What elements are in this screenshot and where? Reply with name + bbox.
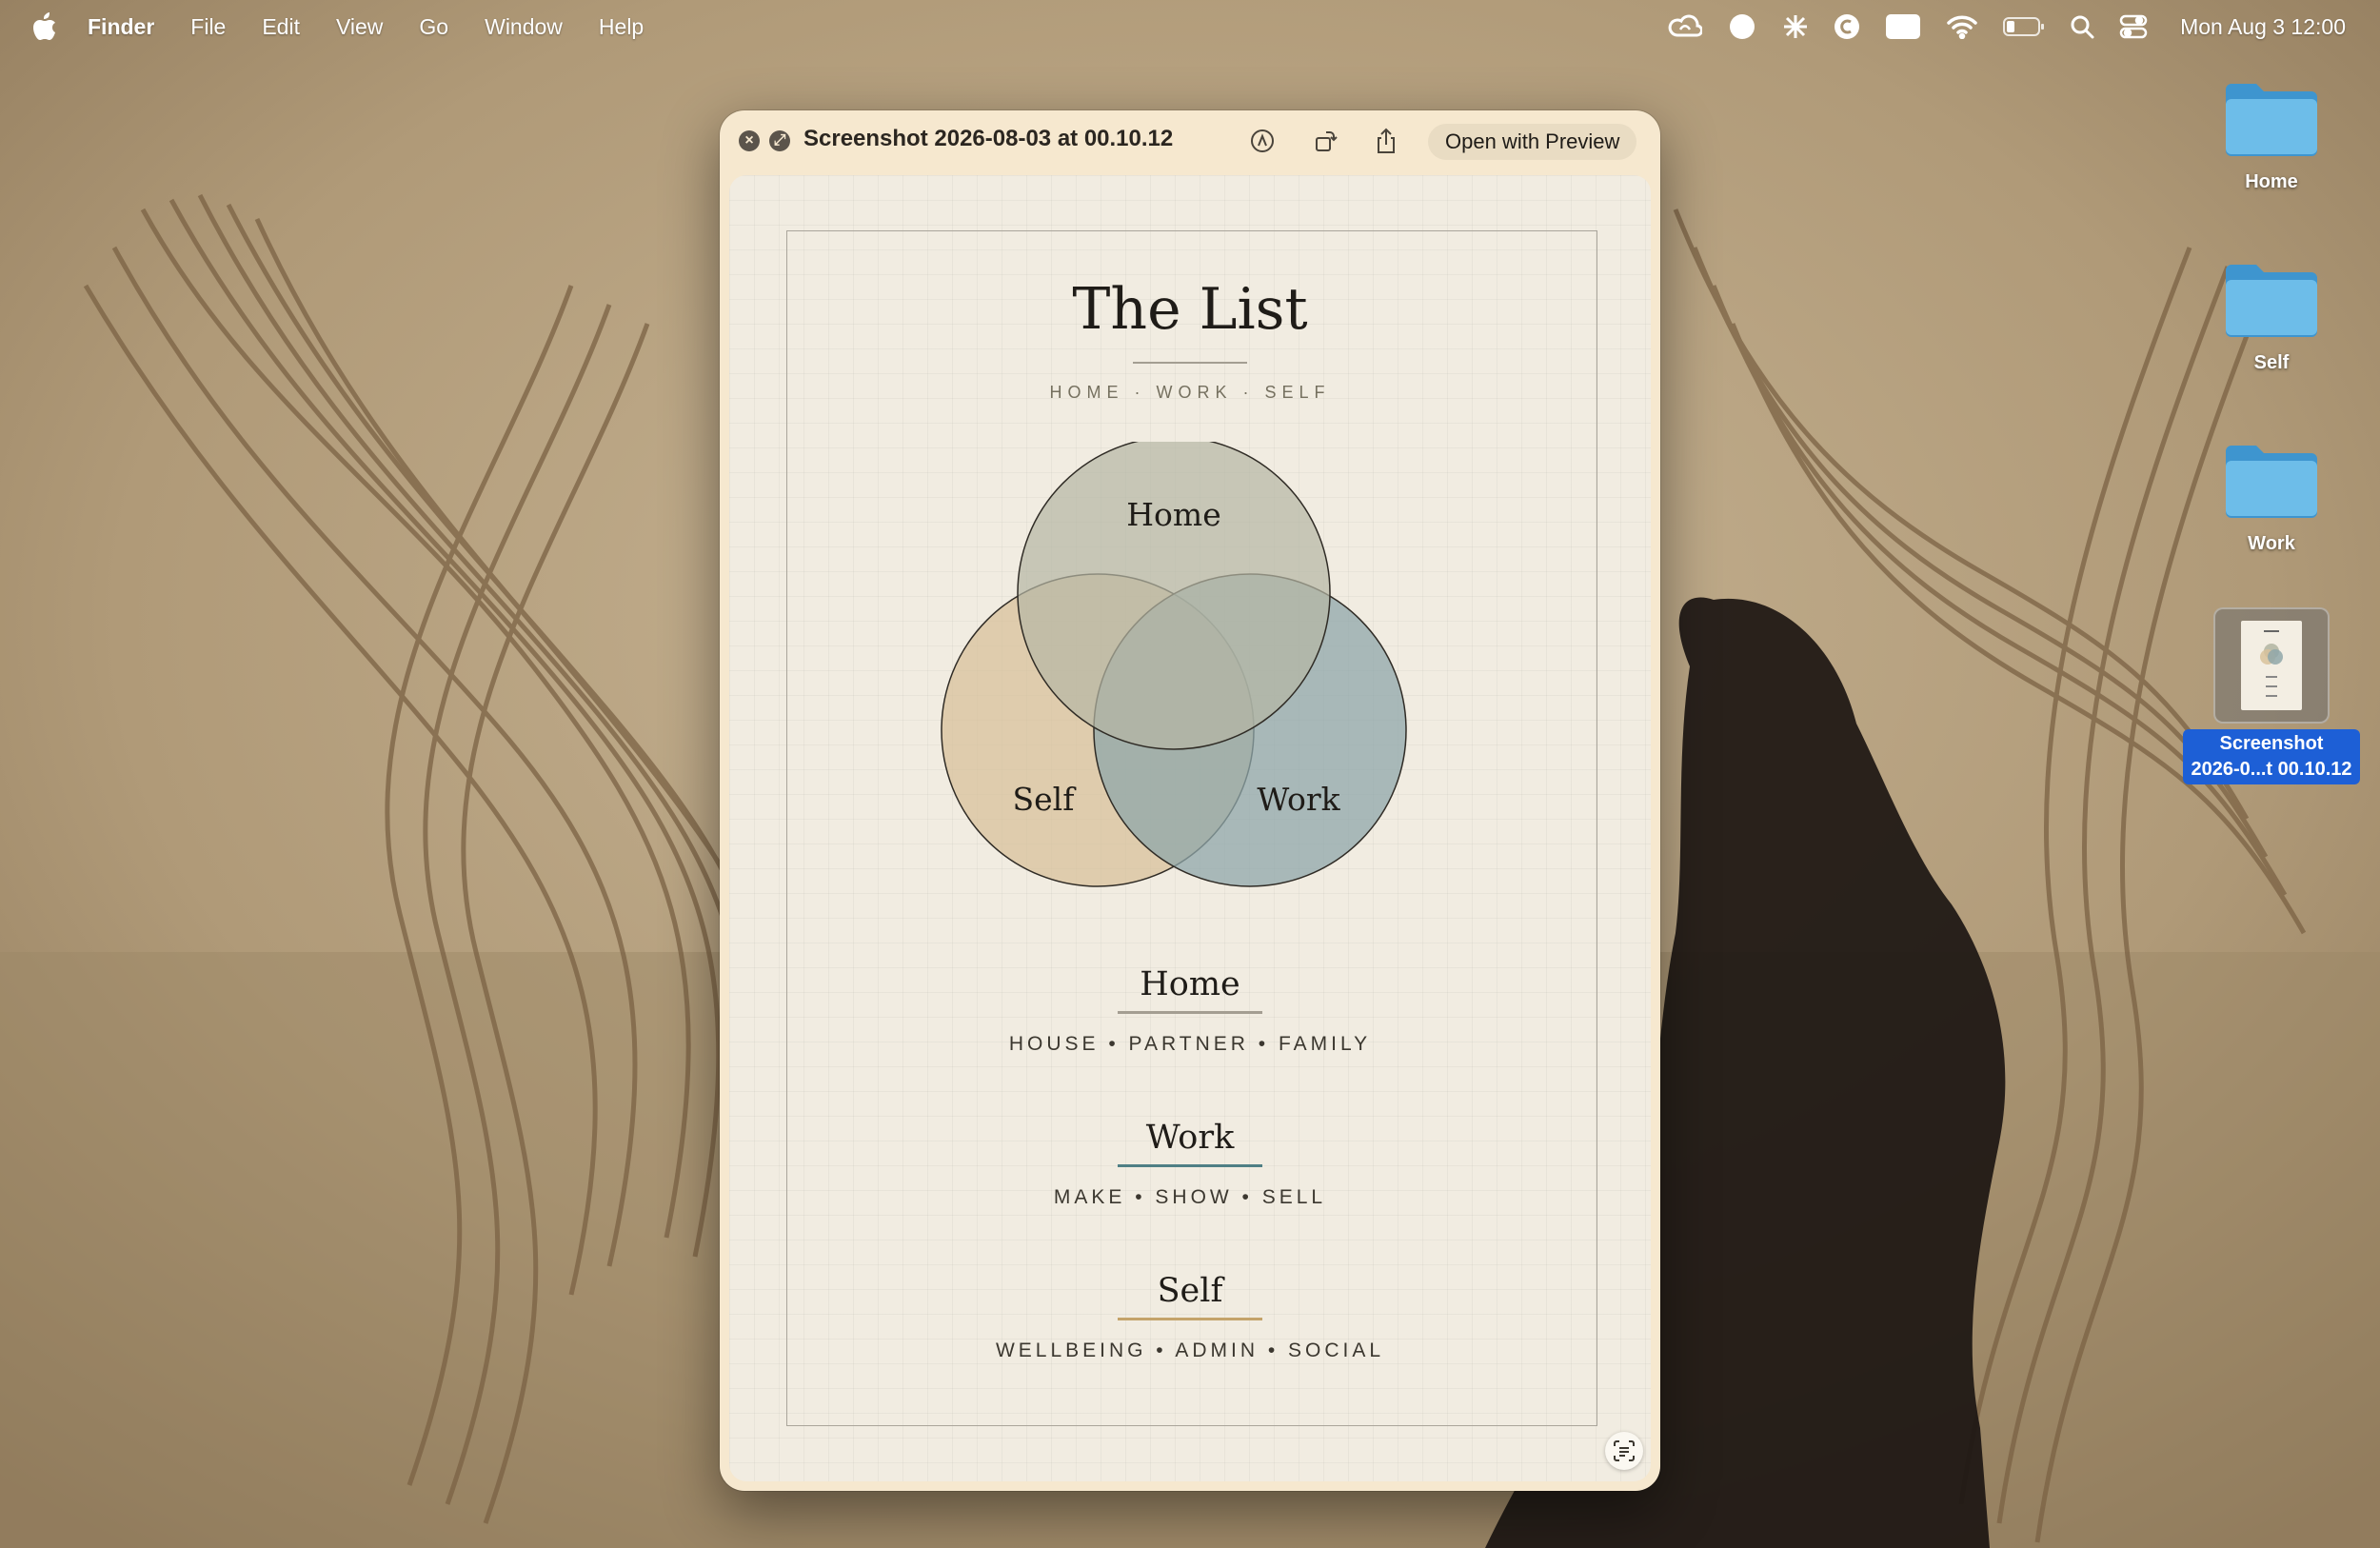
menu-help[interactable]: Help [599, 14, 644, 40]
quicklook-window: × ⤢ Screenshot 2026-08-03 at 00.10.12 Op… [720, 110, 1660, 1491]
doc-title: The List [1072, 276, 1308, 343]
menu-go[interactable]: Go [419, 14, 448, 40]
apple-logo-icon[interactable] [32, 12, 57, 41]
section-items: HOUSE • PARTNER • FAMILY [1008, 1033, 1372, 1055]
control-center-icon[interactable] [2119, 14, 2148, 39]
section-work: Work MAKE • SHOW • SELL [729, 1119, 1651, 1209]
quicklook-titlebar: × ⤢ Screenshot 2026-08-03 at 00.10.12 Op… [720, 110, 1660, 171]
menu-bar: Finder File Edit View Go Window Help Mon… [0, 0, 2380, 53]
folder-icon [2226, 446, 2317, 518]
status-area: Mon Aug 3 12:00 [1643, 0, 2346, 53]
markup-icon[interactable] [1247, 126, 1278, 156]
desktop-screenshot-file[interactable]: Screenshot 2026-0...t 00.10.12 [2178, 607, 2365, 784]
section-rule [1118, 1164, 1262, 1167]
screenshot-thumbnail [2213, 607, 2330, 724]
screenshot-label-line1: Screenshot [2219, 733, 2324, 754]
menu-edit[interactable]: Edit [262, 14, 300, 40]
document-preview[interactable]: The List HOME · WORK · SELF Home Self Wo… [729, 175, 1651, 1481]
section-items: WELLBEING • ADMIN • SOCIAL [995, 1340, 1385, 1361]
section-items: MAKE • SHOW • SELL [1053, 1186, 1327, 1208]
thumbnail-page [2241, 621, 2302, 710]
fullscreen-button[interactable]: ⤢ [769, 130, 790, 151]
share-icon[interactable] [1371, 126, 1401, 156]
folder-icon [2226, 84, 2317, 156]
az-icon[interactable] [1885, 13, 1921, 40]
menu-file[interactable]: File [190, 14, 226, 40]
venn-label-work: Work [1257, 781, 1340, 818]
section-self: Self WELLBEING • ADMIN • SOCIAL [729, 1272, 1651, 1362]
rotate-icon[interactable] [1310, 126, 1340, 156]
desktop-folder-work[interactable]: Work [2195, 438, 2348, 555]
desktop-folder-home[interactable]: Home [2195, 76, 2348, 193]
screenshot-label-line2: 2026-0...t 00.10.12 [2191, 759, 2352, 780]
menu-list: Finder File Edit View Go Window Help [88, 0, 680, 53]
wifi-icon[interactable] [1946, 14, 1978, 39]
section-title: Work [1145, 1119, 1235, 1157]
screenshot-file-label: Screenshot 2026-0...t 00.10.12 [2183, 729, 2360, 784]
close-button[interactable]: × [739, 130, 760, 151]
desktop-folder-label: Work [2248, 533, 2295, 554]
desktop-folder-label: Self [2253, 352, 2290, 373]
section-rule [1118, 1011, 1262, 1014]
search-icon[interactable] [2070, 14, 2094, 39]
c-circle-icon[interactable] [1834, 13, 1860, 40]
venn-label-home: Home [1126, 496, 1220, 533]
section-title: Self [1157, 1272, 1223, 1310]
section-home: Home HOUSE • PARTNER • FAMILY [729, 965, 1651, 1056]
battery-icon[interactable] [2003, 16, 2045, 37]
menu-window[interactable]: Window [485, 14, 563, 40]
open-with-preview-button[interactable]: Open with Preview [1428, 124, 1637, 160]
window-title: Screenshot 2026-08-03 at 00.10.12 [803, 126, 1174, 151]
menu-clock[interactable]: Mon Aug 3 12:00 [2180, 14, 2346, 40]
venn-circle-home [1017, 442, 1331, 750]
doc-subtitle: HOME · WORK · SELF [1049, 383, 1331, 402]
desktop-folder-self[interactable]: Self [2195, 257, 2348, 374]
live-text-icon[interactable] [1605, 1432, 1643, 1470]
section-rule [1118, 1318, 1262, 1320]
creative-cloud-icon[interactable] [1668, 14, 1703, 39]
desktop-folder-label: Home [2245, 171, 2298, 192]
venn-diagram: Home Self Work [941, 442, 1407, 887]
folder-icon [2226, 265, 2317, 337]
venn-label-self: Self [1013, 781, 1078, 818]
menu-app-name[interactable]: Finder [88, 14, 154, 40]
menu-view[interactable]: View [336, 14, 383, 40]
zoom-icon[interactable] [1727, 13, 1757, 40]
section-title: Home [1140, 965, 1240, 1003]
asterisk-icon[interactable] [1782, 13, 1809, 40]
title-divider [1133, 362, 1247, 364]
